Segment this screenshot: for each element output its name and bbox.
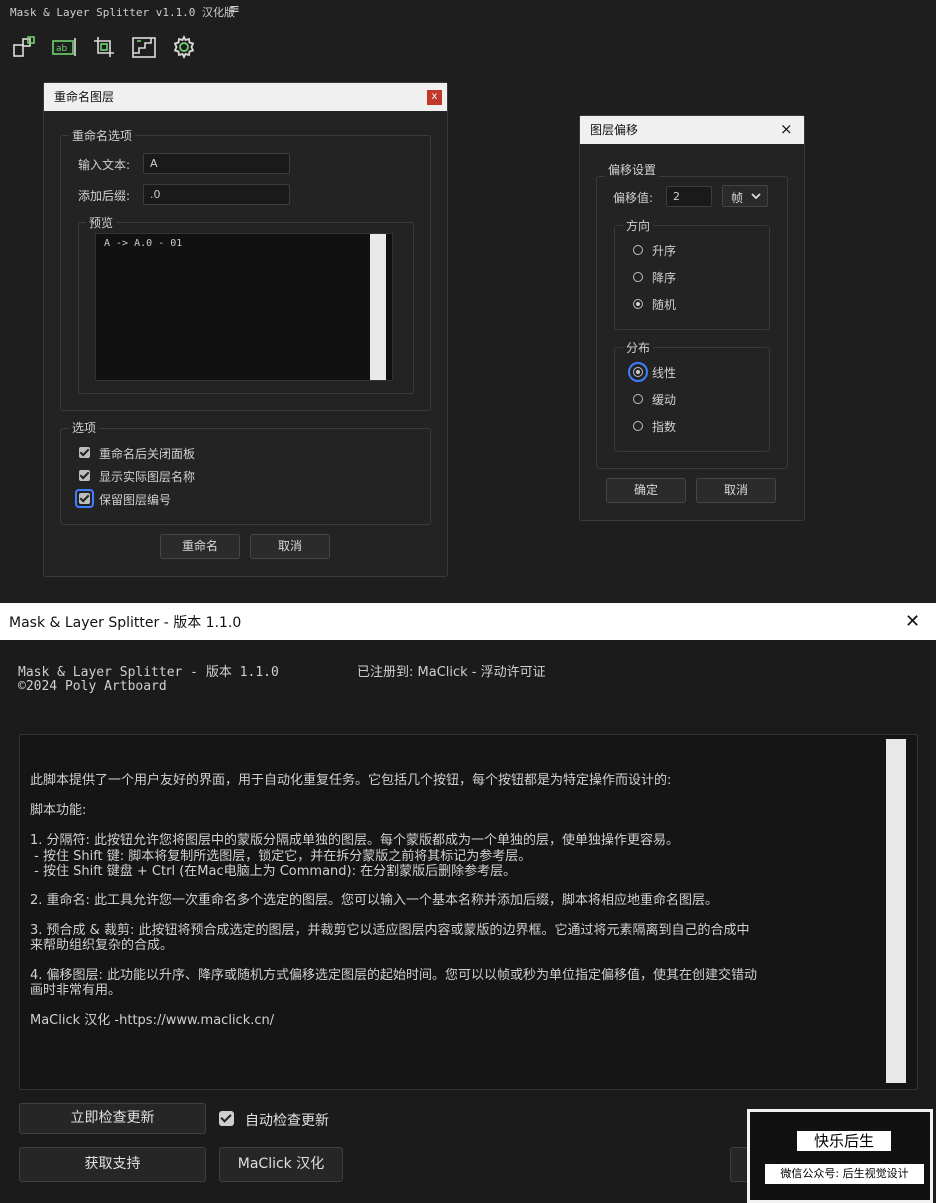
show-real-name-checkbox[interactable] [79,470,90,481]
watermark-subtitle: 微信公众号: 后生视觉设计 [765,1164,924,1184]
radio-label: 指数 [652,420,677,434]
copyright-text: ©2024 Poly Artboard [18,679,167,694]
unit-dropdown[interactable]: 帧 [722,185,768,207]
close-icon[interactable]: ✕ [905,611,920,632]
radio-ease[interactable] [633,394,643,404]
option-label: 保留图层编号 [99,493,172,507]
text-icon[interactable]: ab [51,34,77,60]
description-textarea[interactable]: 此脚本提供了一个用户友好的界面，用于自动化重复任务。它包括几个按钮，每个按钮都是… [19,734,918,1090]
maclick-button[interactable]: MaClick 汉化 [219,1147,343,1182]
distribution-label: 分布 [623,339,654,356]
rename-panel: 重命名图层 x 重命名选项 输入文本: A 添加后缀: .0 预览 A -> A… [43,82,448,577]
desc-line: 2. 重命名: 此工具允许您一次重命名多个选定的图层。您可以输入一个基本名称并添… [30,893,719,908]
close-icon[interactable]: × [780,120,793,138]
check-update-button[interactable]: 立即检查更新 [19,1103,206,1134]
radio-label: 升序 [652,244,677,258]
radio-ascending[interactable] [633,245,643,255]
auto-check-checkbox[interactable] [219,1111,234,1126]
desc-line: 4. 偏移图层: 此功能以升序、降序或随机方式偏移选定图层的起始时间。您可以以帧… [30,968,758,983]
radio-label: 缓动 [652,393,677,407]
cancel-button[interactable]: 取消 [696,478,776,503]
version-text: Mask & Layer Splitter - 版本 1.1.0 [18,665,279,680]
app-title: Mask & Layer Splitter v1.1.0 汉化版 [10,6,236,19]
rename-button[interactable]: 重命名 [160,534,240,559]
input-text-field[interactable]: A [143,153,290,174]
desc-line: 画时非常有用。 [30,983,122,998]
direction-label: 方向 [623,217,654,234]
scrollbar[interactable] [886,739,906,1083]
chevron-down-icon [751,193,761,200]
watermark-badge: 快乐后生 微信公众号: 后生视觉设计 [747,1109,933,1203]
input-text-label: 输入文本: [78,158,131,172]
split-icon[interactable] [11,34,37,60]
group-label: 偏移设置 [605,161,660,178]
about-window: Mask & Layer Splitter - 版本 1.1.0 ✕ Mask … [0,603,936,1203]
radio-exponential[interactable] [633,421,643,431]
suffix-field[interactable]: .0 [143,184,290,205]
suffix-label: 添加后缀: [78,189,131,203]
about-window-title: Mask & Layer Splitter - 版本 1.1.0 [9,615,242,631]
radio-label: 降序 [652,271,677,285]
offset-value-label: 偏移值: [613,191,654,205]
preview-label: 预览 [86,214,117,231]
desc-line: 脚本功能: [30,803,87,818]
preview-textarea[interactable]: A -> A.0 - 01 [95,233,393,381]
close-button[interactable]: x [427,90,442,105]
close-after-rename-checkbox[interactable] [79,447,90,458]
group-label: 重命名选项 [69,127,136,144]
ok-button[interactable]: 确定 [606,478,686,503]
desc-line: - 按住 Shift 键盘 + Ctrl (在Mac电脑上为 Command):… [30,864,517,879]
auto-check-label: 自动检查更新 [245,1113,329,1129]
registered-text: 已注册到: MaClick - 浮动许可证 [357,665,546,680]
radio-random[interactable] [633,299,643,309]
gear-icon[interactable] [171,34,197,60]
menu-icon[interactable]: ≡ [229,2,240,17]
option-label: 重命名后关闭面板 [99,447,196,461]
check-icon [220,1111,232,1123]
stairs-icon[interactable] [131,34,157,60]
support-button[interactable]: 获取支持 [19,1147,206,1182]
radio-descending[interactable] [633,272,643,282]
scrollbar[interactable] [370,234,386,380]
radio-label: 线性 [652,366,677,380]
desc-line: 此脚本提供了一个用户友好的界面，用于自动化重复任务。它包括几个按钮，每个按钮都是… [30,773,672,788]
offset-panel-title: 图层偏移 [580,116,804,144]
crop-icon[interactable] [91,34,117,60]
app-window: Mask & Layer Splitter v1.1.0 汉化版 ≡ ab 重命… [0,0,936,603]
desc-line: 来帮助组织复杂的合成。 [30,938,174,953]
desc-line: MaClick 汉化 -https://www.maclick.cn/ [30,1013,275,1028]
svg-text:ab: ab [56,44,68,54]
radio-linear[interactable] [633,367,643,377]
offset-panel: 图层偏移 × 偏移设置 偏移值: 2 帧 方向 升序 降序 随机 分布 线性 缓… [579,115,805,521]
options-label: 选项 [69,419,100,436]
cancel-button[interactable]: 取消 [250,534,330,559]
unit-value: 帧 [731,191,744,205]
watermark-title: 快乐后生 [797,1131,891,1151]
option-label: 显示实际图层名称 [99,470,196,484]
about-titlebar: Mask & Layer Splitter - 版本 1.1.0 ✕ [0,603,936,640]
radio-label: 随机 [652,298,677,312]
keep-number-checkbox[interactable] [79,493,90,504]
rename-panel-title: 重命名图层 [44,83,447,111]
offset-value-field[interactable]: 2 [666,186,712,207]
